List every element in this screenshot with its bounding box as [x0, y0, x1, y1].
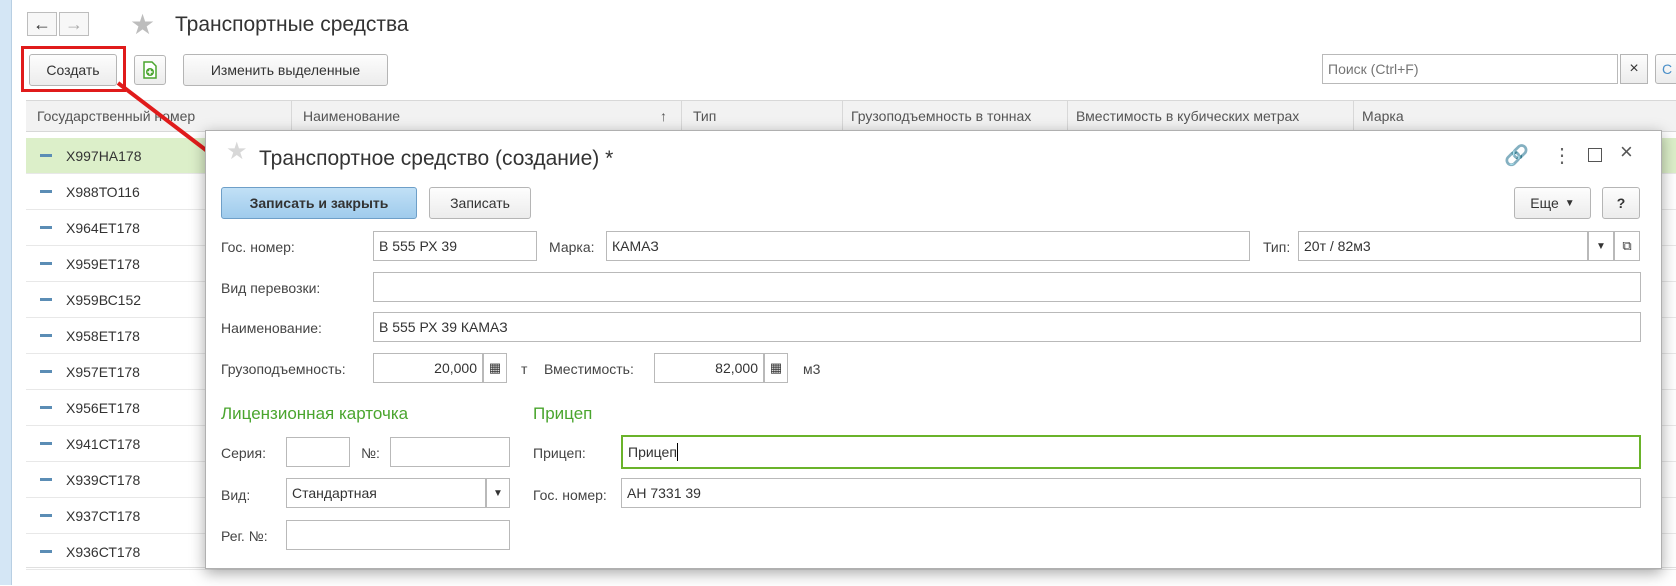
vid-dropdown-button[interactable]: ▼ — [486, 478, 510, 508]
row-item-icon — [40, 370, 52, 373]
row-item-icon — [40, 334, 52, 337]
vid-perevozki-label: Вид перевозки: — [221, 280, 321, 296]
more-vertical-icon[interactable]: ⋮ — [1552, 143, 1572, 168]
vmestimost-label: Вместимость: — [544, 361, 634, 377]
row-item-icon — [40, 478, 52, 481]
vehicle-create-dialog: ★ Транспортное средство (создание) * 🔗 ⋮… — [205, 130, 1662, 569]
save-and-close-button[interactable]: Записать и закрыть — [221, 187, 417, 219]
row-gos-nomer: Х936СТ178 — [66, 544, 141, 560]
row-item-icon — [40, 442, 52, 445]
license-number-label: №: — [361, 445, 380, 461]
favorite-star-icon[interactable]: ★ — [226, 137, 248, 166]
link-icon[interactable]: 🔗 — [1504, 143, 1529, 168]
column-header-naimenovanie[interactable]: Наименование — [295, 100, 680, 132]
marka-field[interactable]: КАМАЗ — [606, 231, 1250, 261]
row-item-icon — [40, 262, 52, 265]
save-button[interactable]: Записать — [429, 187, 531, 219]
seria-label: Серия: — [221, 445, 266, 461]
row-item-icon — [40, 190, 52, 193]
search-input[interactable] — [1322, 54, 1618, 84]
page-title: Транспортные средства — [175, 13, 409, 36]
calculator-icon: ▦ — [769, 360, 783, 375]
pricep-label: Прицеп: — [533, 445, 586, 461]
dialog-title: Транспортное средство (создание) * — [259, 147, 614, 170]
gruz-unit: т — [521, 361, 528, 377]
row-item-icon — [40, 514, 52, 517]
reg-nomer-field[interactable] — [286, 520, 510, 550]
row-gos-nomer: Х939СТ178 — [66, 472, 141, 488]
row-item-icon — [40, 226, 52, 229]
naimenovanie-field[interactable]: В 555 РХ 39 КАМАЗ — [373, 312, 1641, 342]
column-header-gruzopodemnost[interactable]: Грузоподъемность в тоннах — [843, 100, 1068, 132]
arrow-left-icon: ← — [33, 13, 51, 34]
gruzopodemnost-label: Грузоподъемность: — [221, 361, 346, 377]
vid-label: Вид: — [221, 487, 251, 503]
gos-nomer-field[interactable]: В 555 РХ 39 — [373, 231, 537, 261]
chevron-down-icon: ▼ — [1564, 197, 1575, 209]
row-item-icon — [40, 154, 52, 157]
trailer-heading: Прицеп — [533, 404, 593, 423]
row-item-icon — [40, 550, 52, 553]
left-panel-strip — [0, 0, 12, 585]
column-header-vmestimost[interactable]: Вместимость в кубических метрах — [1068, 100, 1354, 132]
text-cursor — [676, 443, 678, 461]
gruz-calculator-button[interactable]: ▦ — [483, 353, 507, 383]
seria-field[interactable] — [286, 437, 350, 467]
row-gos-nomer: Х958ЕТ178 — [66, 328, 140, 344]
pricep-field-value: Прицеп — [628, 444, 677, 460]
arrow-right-icon: → — [65, 13, 83, 34]
column-header-marka[interactable]: Марка — [1354, 100, 1676, 132]
row-gos-nomer: Х956ЕТ178 — [66, 400, 140, 416]
tip-field[interactable]: 20т / 82м3 — [1298, 231, 1588, 261]
vmest-calculator-button[interactable]: ▦ — [764, 353, 788, 383]
row-gos-nomer: Х959ВС152 — [66, 292, 142, 308]
calculator-icon: ▦ — [488, 360, 502, 375]
row-gos-nomer: Х957ЕТ178 — [66, 364, 140, 380]
naimenovanie-label: Наименование: — [221, 320, 322, 336]
chevron-down-icon: ▼ — [493, 487, 503, 499]
license-card-heading: Лицензионная карточка — [221, 404, 409, 423]
close-icon[interactable]: × — [1620, 139, 1633, 165]
chevron-down-icon: ▼ — [1596, 240, 1606, 252]
tip-open-button[interactable]: ⧉ — [1614, 231, 1640, 261]
search-icon: C — [1661, 61, 1673, 77]
row-gos-nomer: Х988ТО116 — [66, 184, 140, 200]
vmestimost-field[interactable]: 82,000 — [654, 353, 764, 383]
row-gos-nomer: Х937СТ178 — [66, 508, 141, 524]
row-gos-nomer: Х941СТ178 — [66, 436, 141, 452]
tip-dropdown-button[interactable]: ▼ — [1588, 231, 1614, 261]
marka-label: Марка: — [549, 239, 595, 255]
gruzopodemnost-field[interactable]: 20,000 — [373, 353, 483, 383]
row-item-icon — [40, 406, 52, 409]
row-gos-nomer: Х964ЕТ178 — [66, 220, 140, 236]
search-options-button[interactable]: C — [1655, 54, 1676, 84]
table-row-partial[interactable] — [26, 567, 1676, 586]
open-window-icon: ⧉ — [1622, 238, 1632, 253]
column-header-tip[interactable]: Тип — [685, 100, 843, 132]
license-number-field[interactable] — [390, 437, 510, 467]
pricep-field[interactable]: Прицеп — [621, 435, 1641, 469]
back-button[interactable]: ← — [27, 12, 57, 36]
row-item-icon — [40, 298, 52, 301]
vmest-unit: м3 — [803, 361, 821, 377]
gos-nomer-label: Гос. номер: — [221, 239, 295, 255]
sort-ascending-icon: ↑ — [652, 100, 682, 132]
more-menu-button[interactable]: Еще ▼ — [1514, 187, 1591, 219]
vid-field[interactable]: Стандартная — [286, 478, 486, 508]
more-menu-label: Еще — [1530, 195, 1559, 211]
row-gos-nomer: Х959ЕТ178 — [66, 256, 140, 272]
favorite-star-icon[interactable]: ★ — [130, 8, 155, 41]
trailer-gos-nomer-field[interactable]: АН 7331 39 — [621, 478, 1641, 508]
tip-label: Тип: — [1263, 239, 1291, 255]
forward-button[interactable]: → — [59, 12, 89, 36]
trailer-gos-nomer-label: Гос. номер: — [533, 487, 607, 503]
reg-nomer-label: Рег. №: — [221, 528, 268, 544]
help-button[interactable]: ? — [1602, 187, 1640, 219]
vid-perevozki-field[interactable] — [373, 272, 1641, 302]
search-clear-button[interactable]: × — [1620, 54, 1648, 84]
maximize-icon[interactable] — [1588, 148, 1602, 162]
